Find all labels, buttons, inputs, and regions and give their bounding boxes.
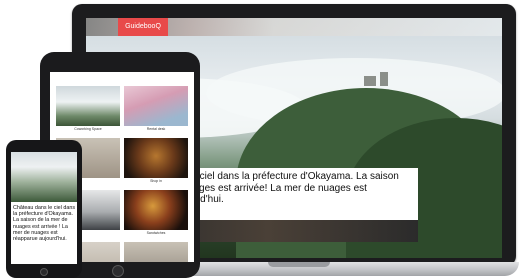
phone-caption: Château dans le ciel dans la préfecture … xyxy=(13,205,76,243)
castle-shape xyxy=(380,72,388,86)
tablet-home-button[interactable] xyxy=(112,265,124,277)
tile-image xyxy=(56,86,120,126)
tile-image xyxy=(124,242,188,262)
site-logo[interactable]: GuidebooQ xyxy=(118,18,168,36)
tile-image xyxy=(124,86,188,126)
phone-home-button[interactable] xyxy=(40,268,48,276)
castle-shape xyxy=(364,76,376,86)
tile-label: Rental desk xyxy=(146,127,166,131)
tile-label: Shop in xyxy=(150,179,162,183)
phone-screen: Château dans le ciel dans la préfecture … xyxy=(11,152,77,264)
tile-label: Coworking Space xyxy=(74,127,102,131)
phone-hero-image xyxy=(11,152,77,202)
laptop-notch xyxy=(268,262,330,267)
tile-image xyxy=(124,138,188,178)
tile-image xyxy=(124,190,188,230)
tile-label: Sandwiches xyxy=(146,231,166,235)
